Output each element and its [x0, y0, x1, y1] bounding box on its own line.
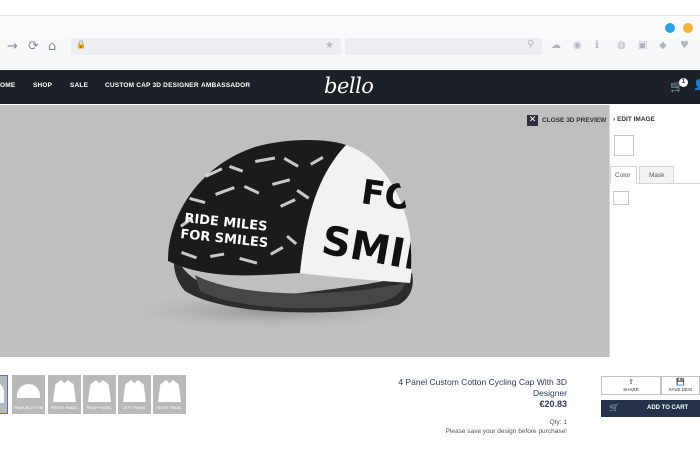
bello-logo[interactable]: bello	[324, 74, 374, 98]
screenshot-icon[interactable]: ▣	[638, 40, 647, 52]
panel-thumb-left[interactable]: LEFT PANEL	[118, 375, 151, 414]
chevron-right-icon: ›	[613, 116, 616, 123]
close-3d-preview-button[interactable]: CLOSE 3D PREVIEW	[542, 117, 606, 124]
cloud-icon[interactable]: ☁	[551, 40, 561, 52]
panel-shape-icon	[0, 381, 4, 403]
yellow-status-dot	[683, 23, 693, 33]
tab-color[interactable]: Color	[610, 166, 637, 184]
product-price: €20.83	[539, 399, 567, 409]
tab-mask[interactable]: Mask	[639, 166, 674, 184]
share-button[interactable]: ⇪ SHARE	[601, 376, 661, 395]
product-title: 4 Panel Custom Cotton Cycling Cap With 3…	[398, 377, 567, 398]
panel-thumb-right[interactable]: RIGHT PANEL	[153, 375, 186, 414]
share-icon: ⇪	[628, 378, 634, 386]
cap-front-text-line1: FO	[359, 172, 416, 219]
cap-3d-render[interactable]: FO SMIL RIDE MILES FOR SMILES	[0, 105, 609, 357]
lock-icon: 🔒	[76, 40, 86, 49]
cap-3d-viewport[interactable]: FO SMIL RIDE MILES FOR SMILES	[0, 105, 609, 357]
extension-icon[interactable]: ◍	[617, 40, 626, 52]
quantity-label: Qty: 1	[549, 419, 567, 426]
panel-label: LEFT PANEL	[122, 405, 147, 410]
rear-panel-shape-icon	[88, 380, 111, 402]
save-label: SAVE DESI	[668, 387, 693, 392]
nav-home[interactable]: OME	[0, 82, 15, 89]
add-to-cart-button[interactable]: 🛒 ADD TO CART	[601, 400, 700, 417]
reload-icon[interactable]: ⟳	[28, 40, 39, 54]
nav-custom-cap-designer[interactable]: CUSTOM CAP 3D DESIGNER	[105, 82, 199, 89]
nav-ambassador[interactable]: AMBASSADOR	[201, 82, 250, 89]
share-label: SHARE	[623, 387, 639, 392]
blue-status-dot	[665, 23, 675, 33]
panel-thumb-peak-bottom[interactable]: PEAK/BOTTOM	[12, 375, 45, 414]
shield-icon[interactable]: ◆	[659, 40, 667, 52]
bookmark-star-icon[interactable]: ★	[325, 40, 334, 51]
edit-image-toggle[interactable]: › EDIT IMAGE	[613, 116, 655, 123]
edit-image-label: EDIT IMAGE	[616, 116, 655, 123]
close-icon[interactable]: ✕	[527, 115, 538, 126]
save-design-button[interactable]: 💾 SAVE DESI	[661, 376, 700, 395]
save-icon: 💾	[676, 378, 685, 386]
peak-shape-icon	[17, 384, 40, 398]
panel-label: REAR PANEL	[86, 405, 113, 410]
panel-label: FRONT PANEL	[50, 405, 79, 410]
forward-icon[interactable]: →	[7, 40, 18, 54]
right-panel-shape-icon	[158, 380, 181, 402]
save-design-note: Please save your design before purchase!	[445, 428, 567, 435]
camera-icon[interactable]: ◉	[573, 40, 582, 52]
cart-icon: 🛒	[609, 403, 619, 412]
browser-search-bar[interactable]: ⚲	[345, 38, 542, 55]
user-icon[interactable]: 👤	[693, 80, 700, 91]
search-icon: ⚲	[527, 39, 535, 50]
panel-label: P	[0, 406, 8, 411]
panel-thumb-rear[interactable]: REAR PANEL	[83, 375, 116, 414]
heart-icon[interactable]: ♥	[680, 40, 689, 52]
nav-shop[interactable]: SHOP	[33, 82, 52, 89]
panel-label: RIGHT PANEL	[156, 405, 183, 410]
image-thumbnail[interactable]	[614, 135, 634, 156]
home-icon[interactable]: ⌂	[48, 40, 56, 54]
nav-sale[interactable]: SALE	[70, 82, 88, 89]
panel-label: PEAK/BOTTOM	[14, 405, 43, 410]
panel-thumb-p[interactable]: P	[0, 375, 8, 414]
add-to-cart-label: ADD TO CART	[647, 405, 689, 411]
tab-bar	[0, 17, 700, 39]
cart-count-badge: 1	[679, 78, 688, 87]
color-swatch[interactable]	[613, 191, 629, 205]
panel-thumb-front[interactable]: FRONT PANEL	[48, 375, 81, 414]
window-top-strip	[0, 0, 700, 16]
front-panel-shape-icon	[53, 380, 76, 402]
info-icon[interactable]: ℹ	[595, 40, 599, 52]
left-panel-shape-icon	[123, 380, 146, 402]
url-bar[interactable]: 🔒 ★	[71, 38, 341, 55]
